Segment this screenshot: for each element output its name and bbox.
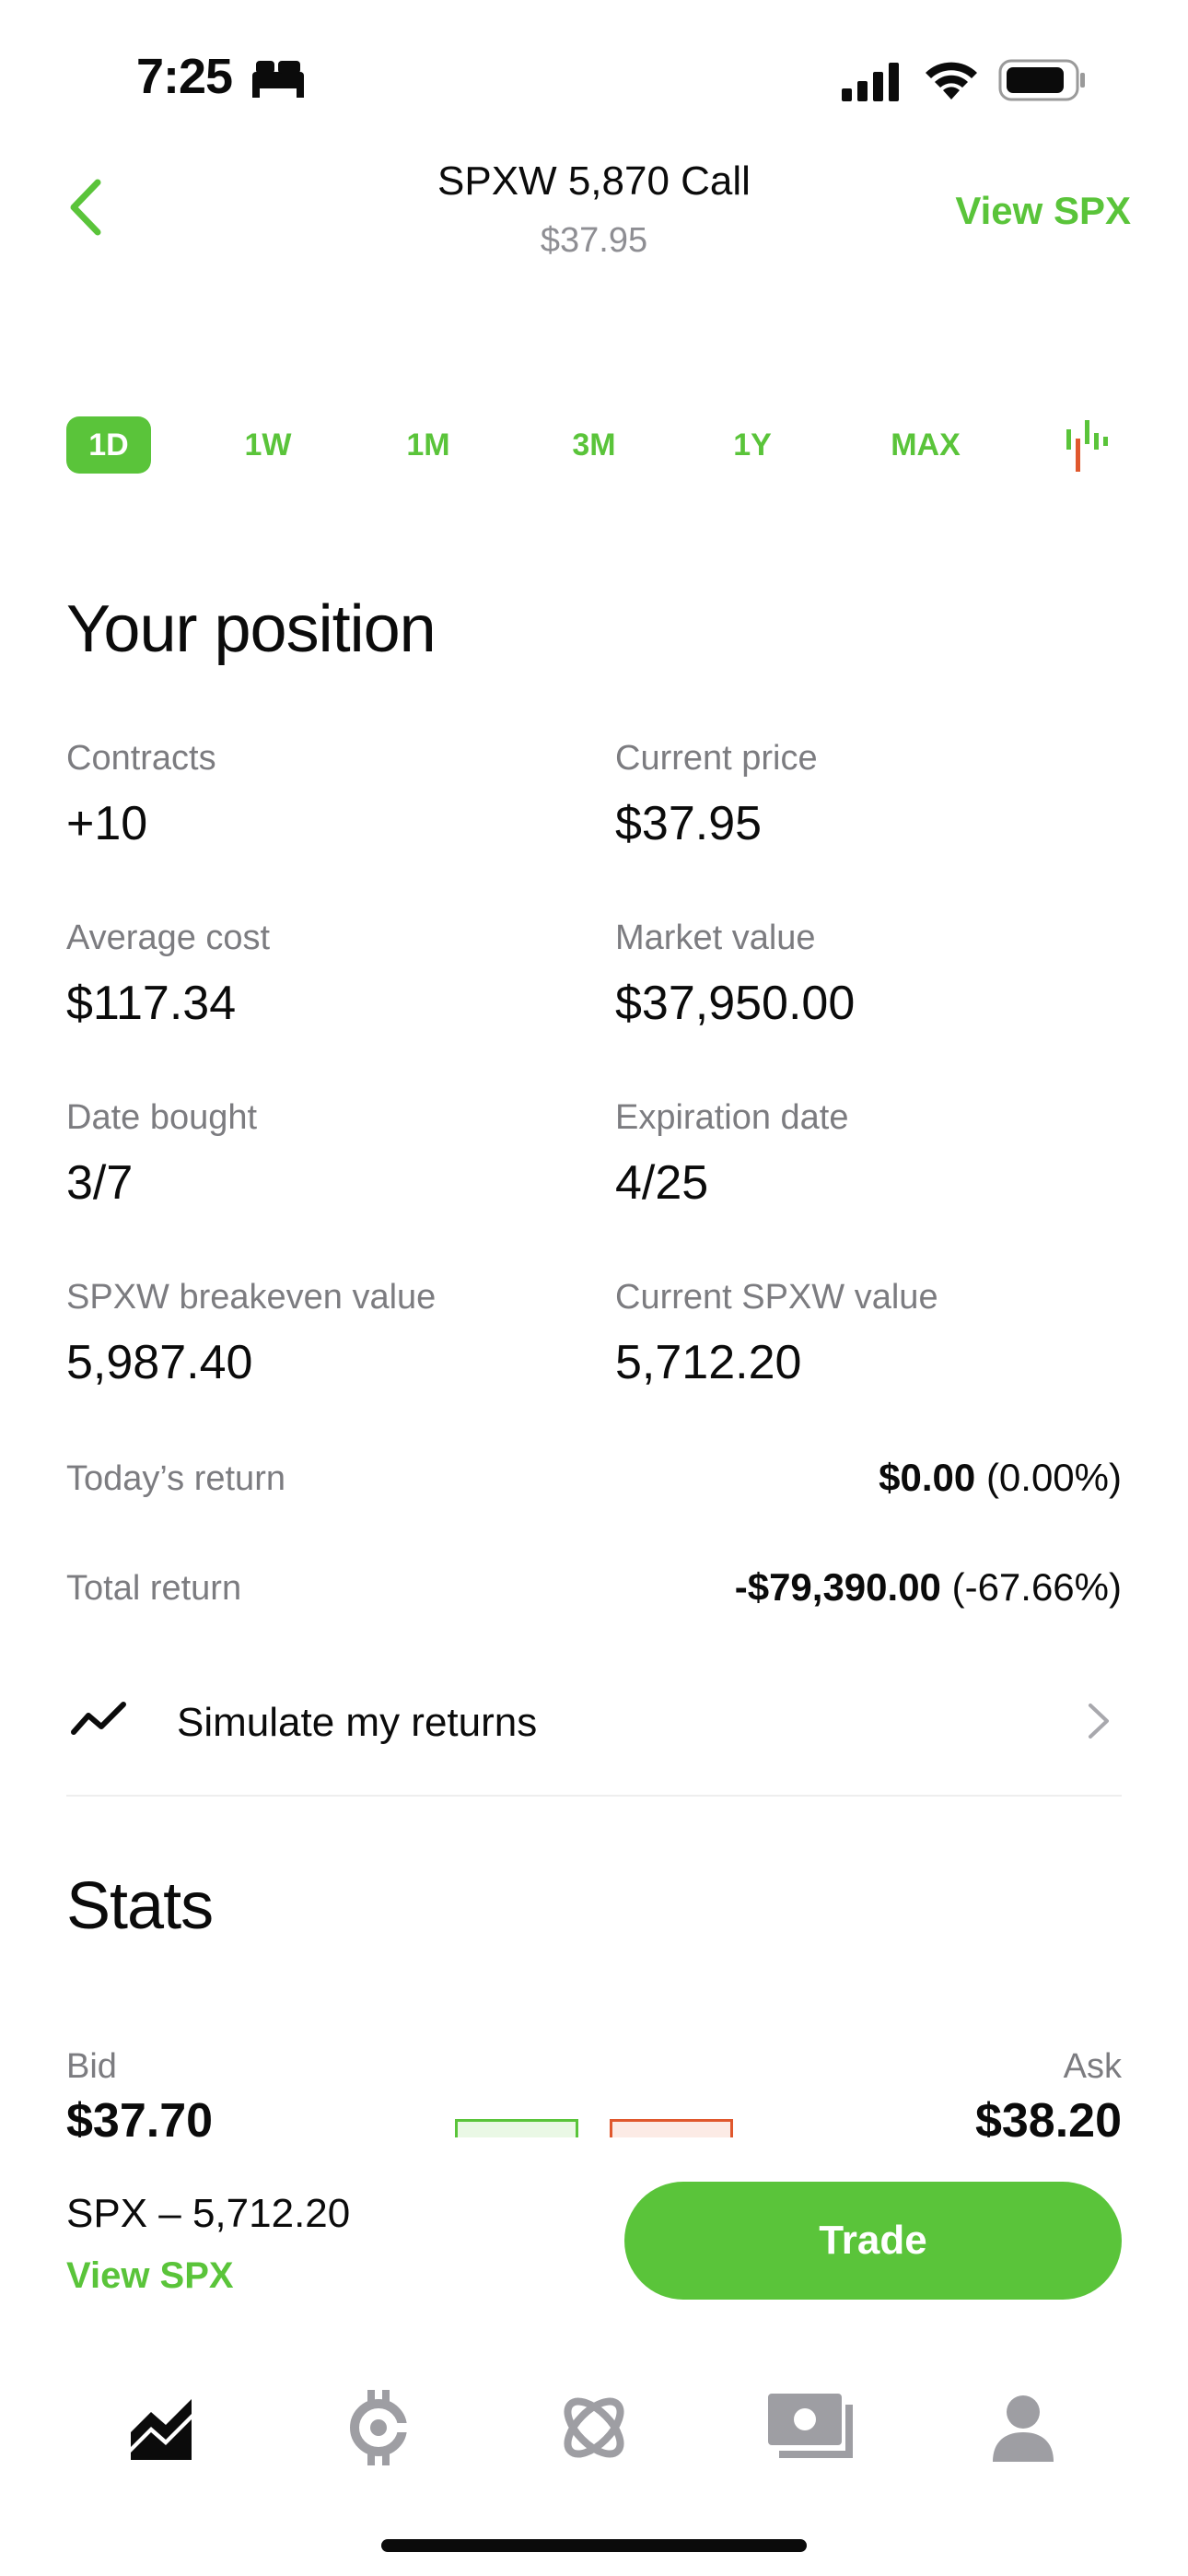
status-time: 7:25 [136, 49, 233, 104]
explore-tab-icon[interactable] [553, 2386, 635, 2469]
current-price-value: $37.95 [615, 797, 763, 850]
range-1m[interactable]: 1M [387, 416, 470, 474]
expiration-date-label: Expiration date [615, 1098, 849, 1137]
range-1d[interactable]: 1D [66, 416, 151, 474]
position-title: Your position [66, 592, 437, 666]
total-return-value: -$79,390.00 (-67.66%) [735, 1565, 1122, 1610]
contracts-value: +10 [66, 797, 148, 850]
range-1w[interactable]: 1W [227, 416, 309, 474]
simulate-returns-label: Simulate my returns [177, 1700, 538, 1745]
current-spxw-value: 5,712.20 [615, 1336, 802, 1389]
date-bought-value: 3/7 [66, 1156, 134, 1210]
battery-icon [998, 59, 1085, 101]
contracts-label: Contracts [66, 739, 216, 778]
average-cost-value: $117.34 [66, 977, 237, 1030]
market-value-label: Market value [615, 919, 816, 957]
total-return-amount: -$79,390.00 [734, 1565, 941, 1609]
crypto-tab-icon[interactable] [337, 2386, 420, 2469]
account-tab-icon[interactable] [982, 2386, 1065, 2469]
todays-return-percent: (0.00%) [985, 1456, 1122, 1499]
range-max[interactable]: MAX [875, 416, 976, 474]
bid-label: Bid [66, 2047, 117, 2086]
breakeven-label: SPXW breakeven value [66, 1278, 437, 1317]
total-return-label: Total return [66, 1569, 242, 1608]
expiration-date-value: 4/25 [615, 1156, 709, 1210]
todays-return-amount: $0.00 [879, 1456, 976, 1499]
underlying-price: SPX – 5,712.20 [66, 2191, 351, 2236]
todays-return-value: $0.00 (0.00%) [879, 1456, 1122, 1500]
current-spxw-label: Current SPXW value [615, 1278, 938, 1317]
average-cost-label: Average cost [66, 919, 271, 957]
current-price-label: Current price [615, 739, 818, 778]
ask-label: Ask [1063, 2047, 1122, 2086]
cellular-signal-icon [842, 63, 899, 101]
todays-return-label: Today’s return [66, 1459, 285, 1498]
market-value-value: $37,950.00 [615, 977, 856, 1030]
investing-tab-icon[interactable] [122, 2386, 204, 2469]
home-indicator [381, 2539, 807, 2552]
trend-line-icon [71, 1702, 126, 1735]
breakeven-value: 5,987.40 [66, 1336, 253, 1389]
range-1y[interactable]: 1Y [711, 416, 794, 474]
cash-tab-icon[interactable] [764, 2386, 856, 2469]
wifi-icon [926, 62, 977, 100]
range-3m[interactable]: 3M [553, 416, 635, 474]
divider [66, 1795, 1122, 1797]
trade-button[interactable]: Trade [624, 2182, 1122, 2300]
stats-title: Stats [66, 1869, 214, 1943]
candlestick-chart-icon[interactable] [1063, 416, 1109, 474]
date-bought-label: Date bought [66, 1098, 258, 1137]
chevron-right-icon [1089, 1704, 1109, 1739]
view-spx-link-bottom[interactable]: View SPX [66, 2255, 234, 2297]
total-return-percent: (-67.66%) [951, 1565, 1122, 1609]
sleep-focus-icon [252, 61, 304, 98]
view-spx-link-top[interactable]: View SPX [955, 189, 1131, 233]
